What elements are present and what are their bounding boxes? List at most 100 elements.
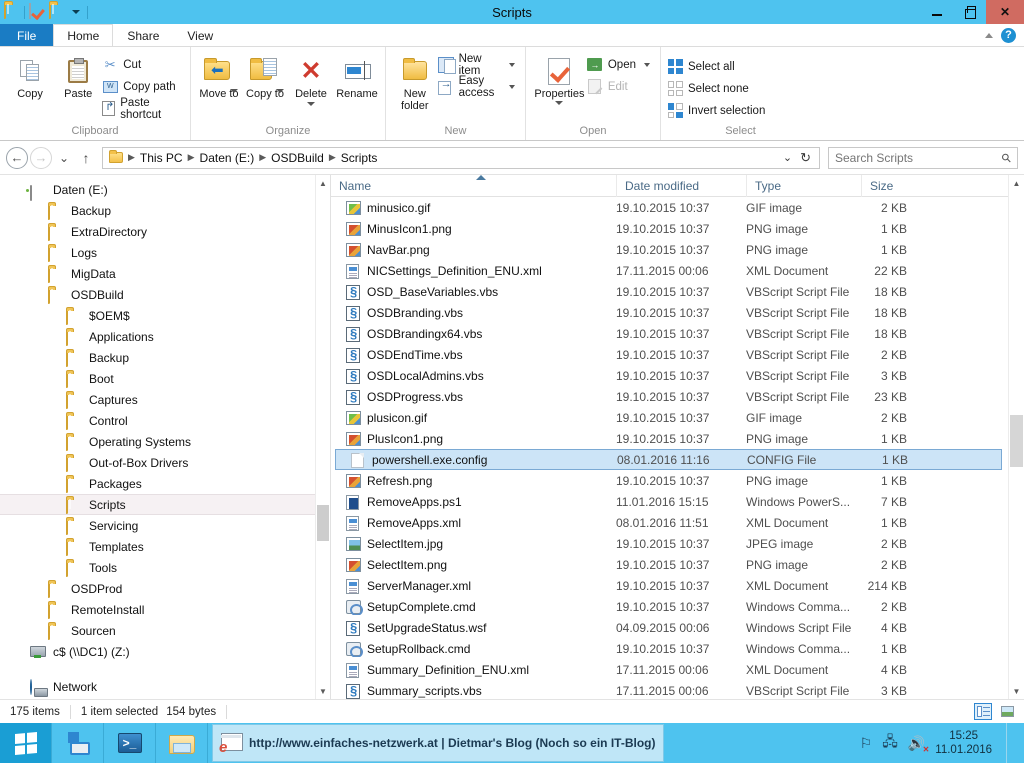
new-folder-button[interactable]: New folder <box>392 51 438 112</box>
sidebar-item-operating-systems[interactable]: Operating Systems <box>0 431 330 452</box>
paste-button[interactable]: Paste <box>54 51 102 100</box>
taskbar-active-window-button[interactable]: e http://www.einfaches-netzwerk.at | Die… <box>212 724 665 762</box>
properties-icon[interactable] <box>29 3 45 20</box>
sidebar-item-oem[interactable]: $OEM$ <box>0 305 330 326</box>
breadcrumb-item-osdbuild[interactable]: OSDBuild <box>267 148 328 168</box>
move-to-button[interactable]: ⬅ Move to <box>197 51 241 100</box>
scroll-down-icon[interactable]: ▼ <box>316 683 330 699</box>
table-row[interactable]: RemoveApps.ps1 11.01.2016 15:15 Windows Po… <box>331 491 1024 512</box>
breadcrumb-item-scripts[interactable]: Scripts <box>337 148 382 168</box>
tab-view[interactable]: View <box>173 24 227 46</box>
system-tray[interactable]: ⚐ 🖧 🔊 15:25 11.01.2016 <box>860 723 1024 763</box>
file-explorer-taskbar-button[interactable] <box>156 723 208 763</box>
back-button[interactable]: ← <box>6 146 28 169</box>
maximize-button[interactable] <box>953 0 986 24</box>
sidebar-item-osdbuild[interactable]: OSDBuild <box>0 284 330 305</box>
ribbon-tabstrip[interactable]: File Home Share View ? <box>0 24 1024 46</box>
file-list-scrollbar[interactable]: ▲ ▼ <box>1008 175 1024 699</box>
open-caret-icon[interactable] <box>644 62 650 67</box>
navigation-scroll-thumb[interactable] <box>317 505 329 541</box>
start-button[interactable] <box>0 723 52 763</box>
flag-icon[interactable]: ⚐ <box>860 735 873 752</box>
tab-file[interactable]: File <box>0 24 54 46</box>
table-row[interactable]: OSDEndTime.vbs 19.10.2015 10:37 VBScript S… <box>331 344 1024 365</box>
refresh-icon[interactable]: ↻ <box>800 150 811 166</box>
sidebar-item-backup[interactable]: Backup <box>0 347 330 368</box>
table-row[interactable]: OSDProgress.vbs 19.10.2015 10:37 VBScript … <box>331 386 1024 407</box>
copy-path-button[interactable]: W Copy path <box>102 77 184 96</box>
table-row[interactable]: SelectItem.png 19.10.2015 10:37 PNG image 2… <box>331 554 1024 575</box>
column-header-size[interactable]: Size <box>861 175 941 197</box>
rename-button[interactable]: Rename <box>335 51 379 100</box>
table-row[interactable]: SetupRollback.cmd 19.10.2015 10:37 Windows… <box>331 638 1024 659</box>
table-row[interactable]: NICSettings_Definition_ENU.xml 17.11.2015… <box>331 260 1024 281</box>
sidebar-item-daten-e[interactable]: Daten (E:) <box>0 179 330 201</box>
table-row[interactable]: plusicon.gif 19.10.2015 10:37 GIF image 2 K… <box>331 407 1024 428</box>
sidebar-item-network[interactable]: Network <box>0 676 330 697</box>
scroll-down-icon[interactable]: ▼ <box>1009 683 1024 699</box>
table-row[interactable]: OSDBranding.vbs 19.10.2015 10:37 VBScript … <box>331 302 1024 323</box>
server-manager-taskbar-button[interactable] <box>52 723 104 763</box>
network-icon[interactable]: 🖧 <box>882 731 898 755</box>
cut-button[interactable]: ✂ Cut <box>102 55 184 74</box>
details-view-button[interactable] <box>974 703 992 720</box>
column-header-type[interactable]: Type <box>746 175 861 197</box>
breadcrumb-item-daten-e[interactable]: Daten (E:) <box>196 148 259 168</box>
search-input[interactable] <box>835 150 1003 165</box>
properties-button[interactable]: Properties <box>532 51 587 105</box>
table-row[interactable]: SetUpgradeStatus.wsf 04.09.2015 00:06 Wind… <box>331 617 1024 638</box>
sidebar-item-migdata[interactable]: MigData <box>0 263 330 284</box>
tab-home[interactable]: Home <box>53 24 114 46</box>
sidebar-item-packages[interactable]: Packages <box>0 473 330 494</box>
sidebar-item-logs[interactable]: Logs <box>0 242 330 263</box>
table-row[interactable]: Refresh.png 19.10.2015 10:37 PNG image 1 KB <box>331 470 1024 491</box>
select-none-button[interactable]: Select none <box>667 79 769 98</box>
clock[interactable]: 15:25 11.01.2016 <box>935 729 996 757</box>
file-list-scroll-thumb[interactable] <box>1010 415 1023 467</box>
sidebar-item-control[interactable]: Control <box>0 410 330 431</box>
forward-button[interactable]: → <box>30 146 52 169</box>
sidebar-item-servicing[interactable]: Servicing <box>0 515 330 536</box>
easy-access-button[interactable]: Easy access <box>437 75 519 99</box>
scroll-up-icon[interactable]: ▲ <box>316 175 330 191</box>
table-row[interactable]: Summary_scripts.vbs 17.11.2015 00:06 VBScr… <box>331 680 1024 699</box>
copy-to-caret-icon[interactable] <box>276 89 284 93</box>
sidebar-item-tools[interactable]: Tools <box>0 557 330 578</box>
close-button[interactable]: ✕ <box>986 0 1024 24</box>
sidebar-item-osdprod[interactable]: OSDProd <box>0 578 330 599</box>
breadcrumb-item-this-pc[interactable]: This PC <box>136 148 187 168</box>
folder-icon[interactable] <box>4 3 20 20</box>
select-all-button[interactable]: Select all <box>667 57 769 76</box>
recent-locations-caret-icon[interactable]: ⌄ <box>54 147 74 169</box>
new-folder-icon[interactable] <box>49 3 65 20</box>
tab-share[interactable]: Share <box>113 24 173 46</box>
navigation-pane[interactable]: Daten (E:) Backup ExtraDirectory Logs MigDat… <box>0 175 330 699</box>
table-row[interactable]: RemoveApps.xml 08.01.2016 11:51 XML Docume… <box>331 512 1024 533</box>
up-button[interactable]: ↑ <box>76 147 96 169</box>
quick-access-toolbar[interactable] <box>0 0 88 24</box>
column-header-name[interactable]: Name <box>331 175 616 197</box>
table-row[interactable]: OSDBrandingx64.vbs 19.10.2015 10:37 VBScri… <box>331 323 1024 344</box>
table-row[interactable]: minusico.gif 19.10.2015 10:37 GIF image 2 K… <box>331 197 1024 218</box>
delete-caret-icon[interactable] <box>307 102 315 106</box>
show-desktop-button[interactable] <box>1006 723 1014 763</box>
easy-access-caret-icon[interactable] <box>509 84 515 89</box>
table-row[interactable]: powershell.exe.config 08.01.2016 11:16 CON… <box>335 449 1002 470</box>
new-item-caret-icon[interactable] <box>509 62 515 67</box>
customize-quick-access-caret-icon[interactable] <box>72 10 80 14</box>
navigation-tree[interactable]: Daten (E:) Backup ExtraDirectory Logs MigDat… <box>0 175 330 697</box>
invert-selection-button[interactable]: Invert selection <box>667 101 769 120</box>
copy-button[interactable]: Copy <box>6 51 54 100</box>
table-row[interactable]: SelectItem.jpg 19.10.2015 10:37 JPEG image… <box>331 533 1024 554</box>
powershell-taskbar-button[interactable]: >_ <box>104 723 156 763</box>
sidebar-item-remoteinstall[interactable]: RemoteInstall <box>0 599 330 620</box>
large-icons-view-button[interactable] <box>998 703 1016 720</box>
open-button[interactable]: → Open <box>587 55 654 74</box>
help-icon[interactable]: ? <box>1001 27 1016 43</box>
new-item-button[interactable]: New item <box>437 53 519 77</box>
column-header-row[interactable]: Name Date modified Type Size <box>331 175 1024 197</box>
move-to-caret-icon[interactable] <box>230 89 238 93</box>
breadcrumb[interactable]: ▶ This PC ▶ Daten (E:) ▶ OSDBuild ▶ Scri… <box>102 146 820 169</box>
delete-button[interactable]: ✕ Delete <box>289 51 333 106</box>
sidebar-item-sourcen[interactable]: Sourcen <box>0 620 330 641</box>
